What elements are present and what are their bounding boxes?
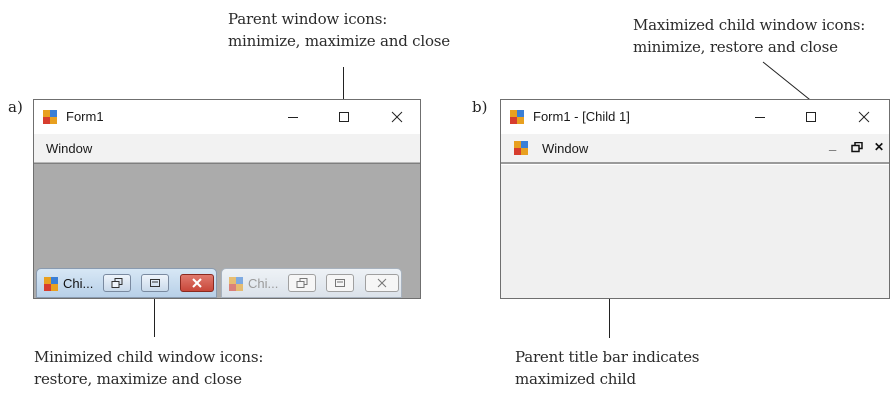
- restore-icon: [296, 278, 308, 288]
- maximize-button[interactable]: [141, 274, 169, 292]
- close-button[interactable]: [841, 100, 887, 134]
- child-minimize-icon[interactable]: _: [829, 138, 836, 152]
- close-icon: [192, 278, 202, 288]
- restore-icon: [111, 278, 123, 288]
- parent-window-a: Form1 Window Chi... Chi...: [33, 99, 421, 299]
- maximize-button[interactable]: [788, 100, 834, 134]
- window-title: Form1: [66, 109, 104, 124]
- maximize-button[interactable]: [321, 100, 367, 134]
- minimize-button[interactable]: [270, 100, 316, 134]
- maximize-icon: [806, 112, 816, 122]
- restore-button[interactable]: [288, 274, 316, 292]
- child-app-icon: [228, 276, 244, 292]
- maximize-icon: [335, 279, 345, 287]
- panel-label-b: b): [472, 98, 488, 116]
- child-system-menu-icon[interactable]: [513, 140, 529, 156]
- form-app-icon: [42, 109, 58, 125]
- mdi-client-area: Chi... Chi...: [34, 163, 420, 298]
- minimized-child-title: Chi...: [63, 276, 94, 291]
- child-app-icon: [43, 276, 59, 292]
- child-restore-icon[interactable]: [851, 141, 863, 156]
- menu-bar: Window: [34, 134, 420, 163]
- window-title: Form1 - [Child 1]: [533, 109, 630, 124]
- minimize-icon: [288, 117, 298, 118]
- minimize-icon: [755, 117, 765, 118]
- menu-window[interactable]: Window: [46, 141, 92, 156]
- maximize-icon: [339, 112, 349, 122]
- minimized-child-inactive[interactable]: Chi...: [221, 268, 402, 298]
- minimized-child-title: Chi...: [248, 276, 279, 291]
- close-icon: [377, 278, 387, 288]
- panel-label-a: a): [8, 98, 23, 116]
- minimized-child-active[interactable]: Chi...: [36, 268, 217, 298]
- form-app-icon: [509, 109, 525, 125]
- maximized-child-client-area: [501, 165, 889, 298]
- close-icon: [391, 111, 403, 123]
- title-bar[interactable]: Form1 - [Child 1]: [501, 100, 889, 134]
- close-button[interactable]: [365, 274, 399, 292]
- minimize-button[interactable]: [737, 100, 783, 134]
- child-close-icon[interactable]: ✕: [874, 140, 884, 154]
- parent-window-b: Form1 - [Child 1] Window _ ✕: [500, 99, 890, 299]
- close-button[interactable]: [180, 274, 214, 292]
- restore-button[interactable]: [103, 274, 131, 292]
- maximize-icon: [150, 279, 160, 287]
- menu-bar: Window _ ✕: [501, 134, 889, 164]
- close-button[interactable]: [374, 100, 420, 134]
- close-icon: [858, 111, 870, 123]
- title-bar[interactable]: Form1: [34, 100, 420, 134]
- menu-window[interactable]: Window: [542, 141, 588, 156]
- maximize-button[interactable]: [326, 274, 354, 292]
